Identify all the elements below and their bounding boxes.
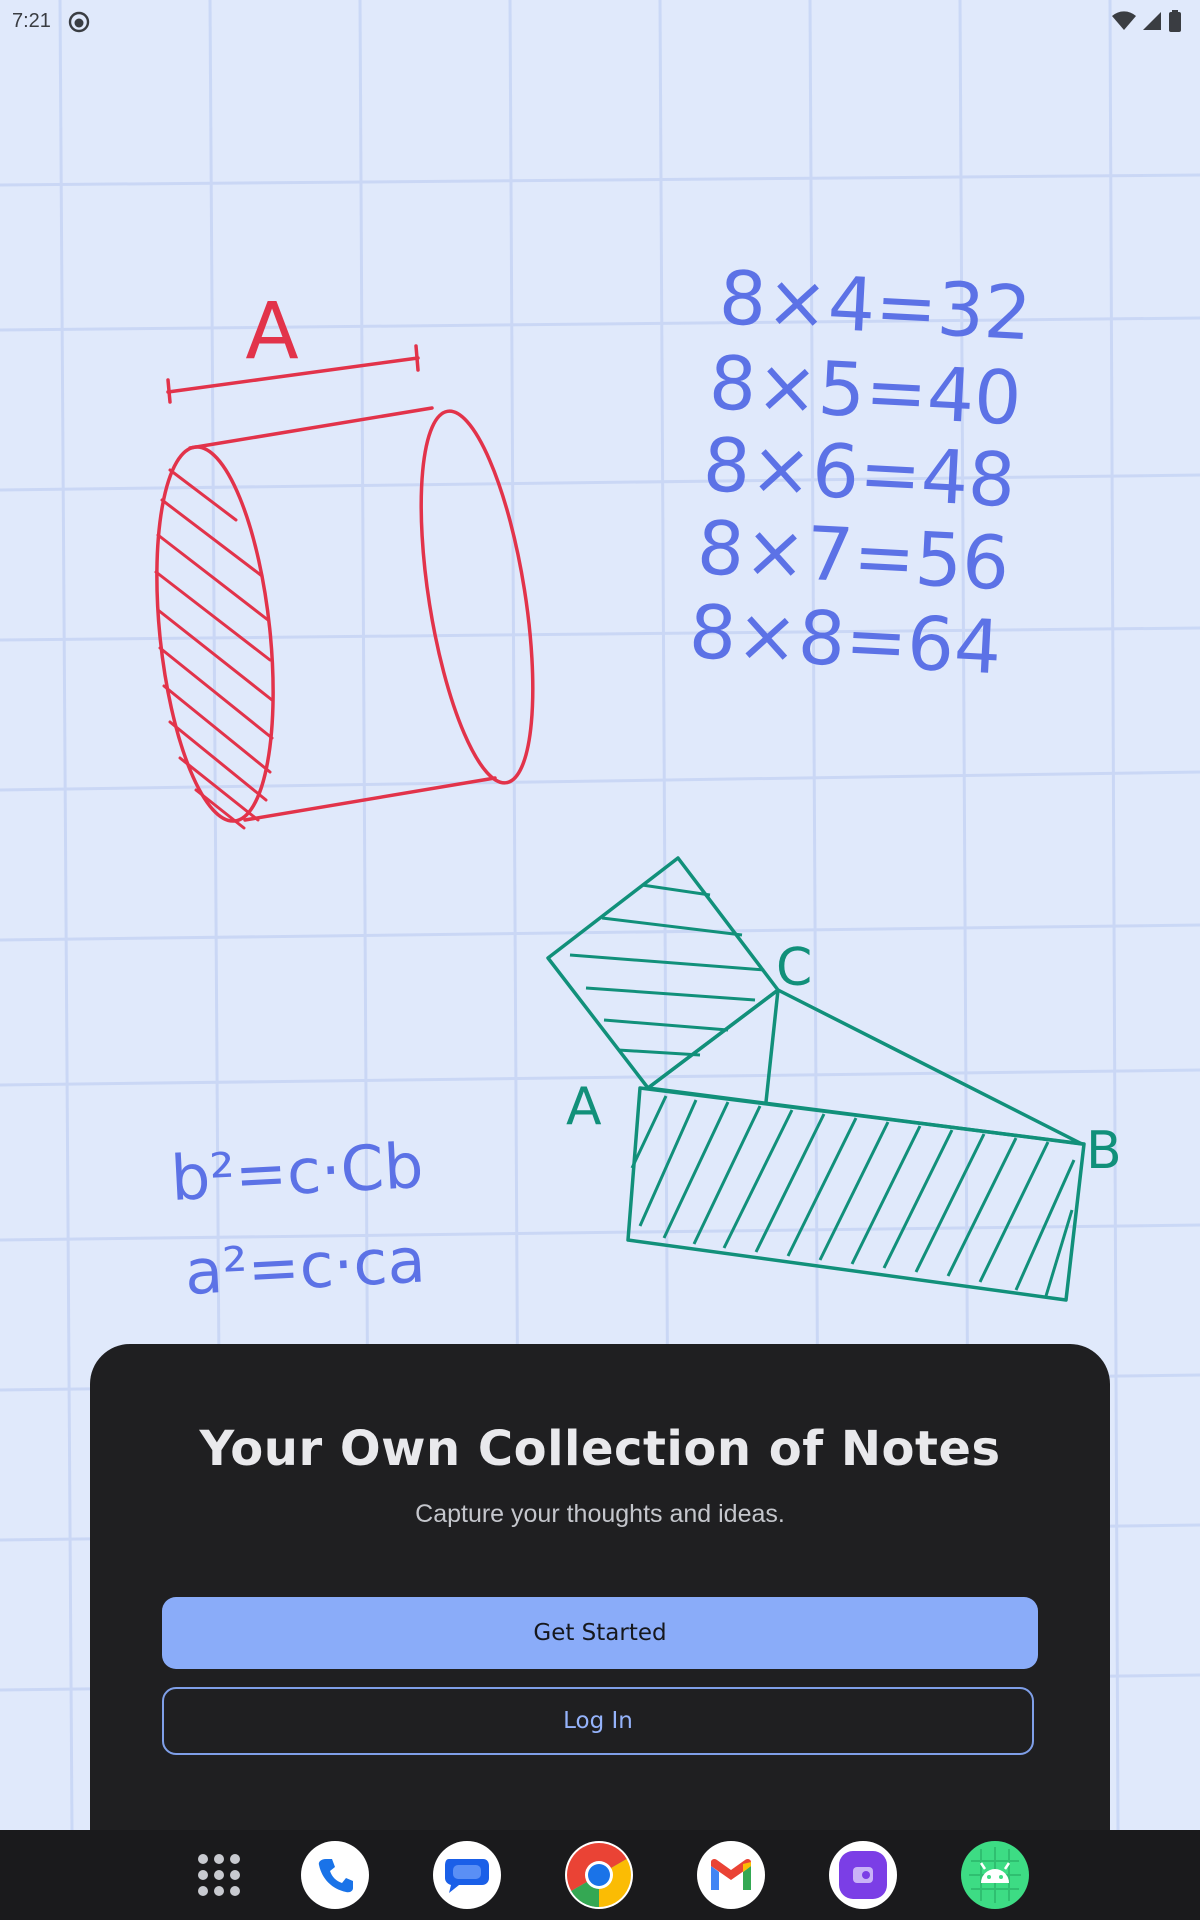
cylinder-sketch [154,344,535,830]
page-title: Your Own Collection of Notes [199,1421,1001,1477]
get-started-button[interactable]: Get Started [162,1597,1038,1669]
chrome-icon[interactable] [565,1841,633,1909]
camera-app-icon[interactable] [829,1841,897,1909]
log-in-button[interactable]: Log In [162,1687,1034,1755]
table-row: 8×8=64 [687,589,1003,691]
cylinder-label: A [245,287,298,377]
app-drawer-icon[interactable] [185,1841,253,1909]
formula-line: a²=c·ca [183,1223,427,1308]
onboarding-sheet: Your Own Collection of Notes Capture you… [90,1344,1110,1844]
messages-icon[interactable] [433,1841,501,1909]
formula-line: b²=c·Cb [169,1129,425,1215]
android-icon[interactable] [961,1841,1029,1909]
app-notification-icon [68,11,90,33]
phone-icon[interactable] [301,1841,369,1909]
multiplication-table: 8×4=32 8×5=40 8×6=48 8×7=56 8×8=64 [687,255,1033,691]
status-time: 7:21 [12,10,51,32]
battery-icon [1168,10,1182,36]
page-subtitle: Capture your thoughts and ideas. [415,1500,785,1528]
signal-icon [1142,11,1162,35]
triangle-label-b: B [1086,1121,1122,1181]
triangle-label-a: A [566,1077,602,1137]
triangle-label-c: C [776,938,812,998]
status-bar: 7:21 [0,0,1200,44]
gmail-icon[interactable] [697,1841,765,1909]
app-dock [0,1830,1200,1920]
wifi-icon [1112,11,1136,35]
